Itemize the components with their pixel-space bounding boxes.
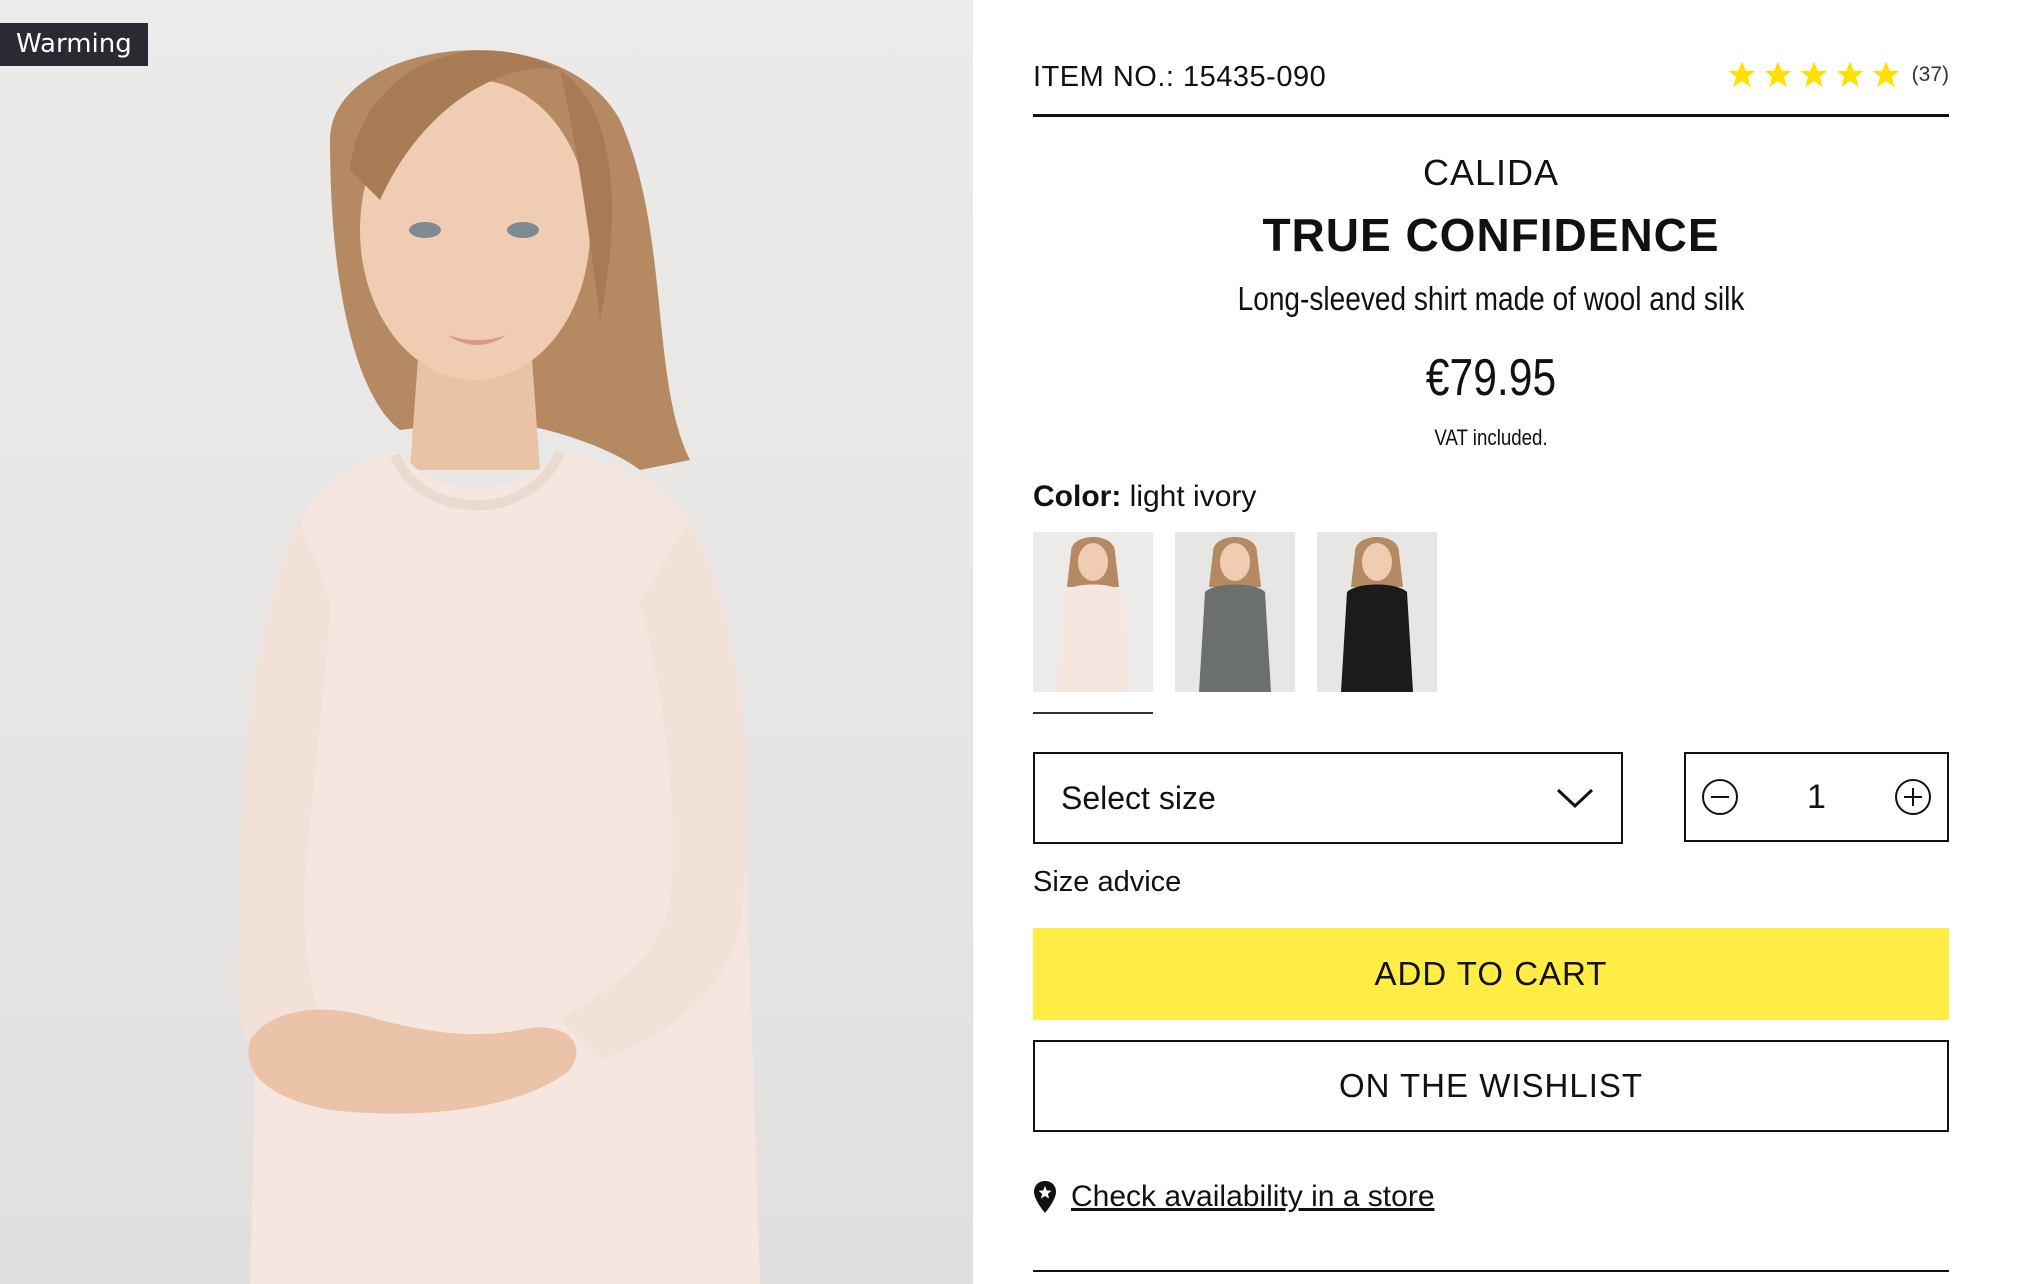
product-title: TRUE CONFIDENCE xyxy=(1262,209,1720,261)
star-icon xyxy=(1836,61,1863,87)
size-select[interactable]: Select size xyxy=(1033,752,1623,844)
item-number: ITEM NO.: 15435-090 xyxy=(1033,61,1326,94)
brand-name: CALIDA xyxy=(1422,152,1560,193)
review-count[interactable]: (37) xyxy=(1912,63,1949,87)
product-details-panel: ITEM NO.: 15435-090 (37) CALIDA TRUE CON… xyxy=(1033,0,1949,1284)
size-select-placeholder: Select size xyxy=(1061,779,1216,816)
star-icon xyxy=(1800,61,1827,87)
swatch-thumbnail-image xyxy=(1175,532,1295,692)
color-swatch-light-ivory[interactable] xyxy=(1033,532,1153,714)
swatch-thumbnail-image xyxy=(1033,532,1153,692)
category-badge: Warming xyxy=(0,23,148,66)
color-swatch-grey[interactable] xyxy=(1175,532,1295,692)
add-to-cart-button[interactable]: ADD TO CART xyxy=(1033,928,1949,1020)
item-number-value: 15435-090 xyxy=(1183,61,1327,93)
model-illustration xyxy=(238,50,760,1284)
item-number-label: ITEM NO.: xyxy=(1033,61,1175,93)
color-swatch-black[interactable] xyxy=(1317,532,1437,692)
star-icon xyxy=(1872,61,1899,87)
color-label: Color: xyxy=(1033,480,1122,513)
quantity-value[interactable]: 1 xyxy=(1807,778,1826,817)
color-swatches xyxy=(1033,532,1437,714)
size-advice-link[interactable]: Size advice xyxy=(1033,866,1181,899)
star-rating xyxy=(1726,59,1902,91)
product-rating[interactable]: (37) xyxy=(1726,59,1949,91)
product-description: Long-sleeved shirt made of wool and silk xyxy=(1237,280,1745,317)
vat-note: VAT included. xyxy=(1434,425,1548,450)
product-price: €79.95 xyxy=(1425,349,1557,407)
swatch-thumbnail-image xyxy=(1317,532,1437,692)
store-availability[interactable]: Check availability in a store xyxy=(1033,1180,1435,1214)
item-header: ITEM NO.: 15435-090 (37) xyxy=(1033,57,1949,117)
selected-color: light ivory xyxy=(1129,480,1257,513)
star-icon xyxy=(1728,61,1755,87)
plus-circle-icon[interactable] xyxy=(1893,777,1933,817)
product-hero-image: Warming xyxy=(0,0,973,1284)
quantity-stepper: 1 xyxy=(1684,752,1949,842)
check-availability-link[interactable]: Check availability in a store xyxy=(1071,1180,1435,1214)
map-pin-star-icon xyxy=(1034,1181,1056,1213)
wishlist-button[interactable]: ON THE WISHLIST xyxy=(1033,1040,1949,1132)
star-icon xyxy=(1764,61,1791,87)
color-selection-label: Color: light ivory xyxy=(1033,480,1256,514)
minus-circle-icon[interactable] xyxy=(1700,777,1740,817)
divider xyxy=(1033,1270,1949,1272)
chevron-down-icon xyxy=(1556,788,1594,809)
